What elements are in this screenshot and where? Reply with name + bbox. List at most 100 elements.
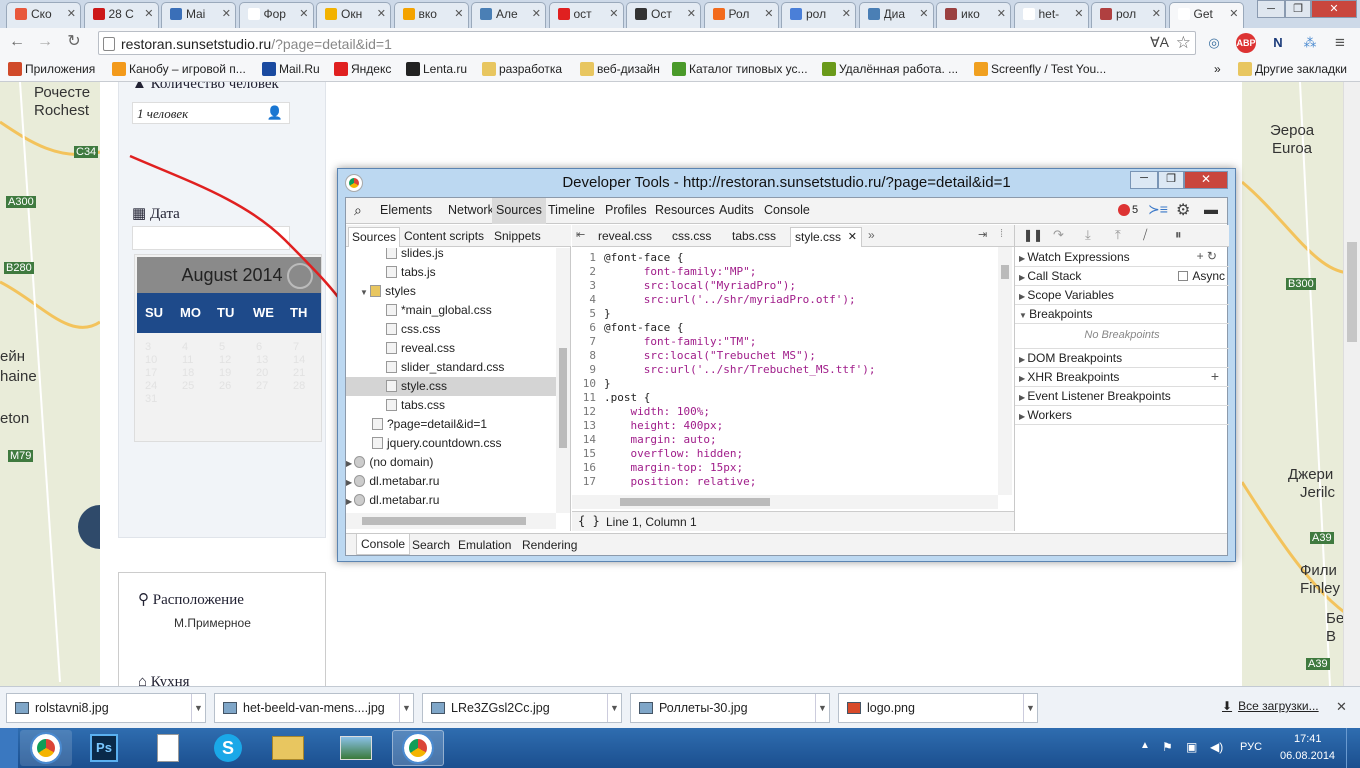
calendar-day[interactable]: 27 [256,380,268,392]
browser-tab[interactable]: Окн ✕ [316,2,391,28]
close-downloads-button[interactable]: ✕ [1336,699,1347,715]
close-tab-icon[interactable]: ✕ [144,7,153,20]
editor-tab[interactable]: css.css [672,229,711,243]
collapsed-arrow-icon[interactable]: ▶ [346,497,354,506]
scroll-thumb[interactable] [620,498,770,506]
taskbar-chrome[interactable] [20,730,72,766]
browser-tab[interactable]: Диа ✕ [858,2,934,28]
debugger-section-header[interactable]: ▶ Scope Variables [1015,286,1229,305]
bookmark-lenta[interactable]: Lenta.ru [406,62,467,76]
tab-network[interactable]: Network [448,203,494,217]
scroll-thumb[interactable] [1001,265,1009,279]
tab-console[interactable]: Console [764,203,810,217]
browser-tab[interactable]: 28 С ✕ [83,2,159,28]
close-tab-icon[interactable]: ✕ [687,7,696,20]
search-icon[interactable]: ⌕ [354,202,362,219]
close-tab-icon[interactable]: ✕ [919,7,928,20]
close-tab-icon[interactable]: ✕ [67,7,76,20]
close-tab-icon[interactable]: ✕ [609,7,618,20]
deactivate-breakpoints-icon[interactable]: ⧸ [1143,227,1147,243]
tray-volume-icon[interactable]: ◀) [1210,740,1223,754]
close-tab-icon[interactable]: ✕ [299,7,308,20]
calendar-day[interactable]: 13 [256,354,268,366]
console-drawer-icon[interactable]: ≻≡ [1148,201,1168,218]
drawer-tab-rendering[interactable]: Rendering [522,538,577,552]
file-tree-item[interactable]: tabs.css [346,396,556,415]
address-bar[interactable]: restoran.sunsetstudio.ru/?page=detail&id… [98,31,1196,55]
chevron-down-icon[interactable]: ▼ [399,694,413,722]
scroll-thumb[interactable] [362,517,526,525]
download-item[interactable]: LRe3ZGsl2Cc.jpg ▼ [422,693,622,723]
close-tab-icon[interactable]: ✕ [848,230,857,243]
close-tab-icon[interactable]: ✕ [222,7,231,20]
show-desktop-button[interactable] [1346,728,1360,768]
editor-tab[interactable]: tabs.css [732,229,776,243]
start-button[interactable] [0,728,18,768]
browser-tab[interactable]: Get ✕ [1168,2,1244,29]
bookmark-remote-work[interactable]: Удалённая работа. ... [822,62,958,76]
bookmark-kanobu[interactable]: Канобу – игровой п... [112,62,246,76]
calendar-day[interactable]: 10 [145,354,157,366]
calendar-day[interactable]: 28 [293,380,305,392]
bookmarks-more-chevron[interactable]: » [1214,62,1221,76]
async-checkbox[interactable]: Async [1178,269,1225,283]
bookmark-yandex[interactable]: Яндекс [334,62,391,76]
close-tab-icon[interactable]: ✕ [1229,7,1238,20]
bookmark-apps[interactable]: Приложения [8,62,95,76]
split-icon[interactable]: ⁞ [1000,228,1003,240]
clock-date[interactable]: 06.08.2014 [1280,750,1335,762]
error-icon[interactable] [1118,204,1130,216]
step-out-icon[interactable]: ⤒ [1115,227,1121,243]
nav-tab-snippets[interactable]: Snippets [494,229,541,243]
collapsed-arrow-icon[interactable]: ▶ [346,459,354,468]
editor-hscrollbar[interactable] [572,495,998,509]
maximize-window-button[interactable]: ❐ [1285,0,1311,18]
more-tabs-icon[interactable]: » [868,228,875,242]
other-bookmarks[interactable]: Другие закладки [1238,62,1347,76]
debugger-section-header[interactable]: ▶ Watch Expressions + ↻ [1015,248,1229,267]
calendar-day[interactable]: 26 [219,380,231,392]
file-tree-item[interactable]: jquery.countdown.css [346,434,556,453]
close-window-button[interactable]: ✕ [1311,0,1357,18]
browser-tab[interactable]: Mai ✕ [161,2,236,28]
taskbar-notepad[interactable] [142,730,194,766]
extension-n-icon[interactable]: N [1268,33,1288,53]
code-editor[interactable]: @font-face { font-family:"MP"; src:local… [604,251,994,491]
forward-arrow-icon[interactable]: → [34,31,56,53]
close-tab-icon[interactable]: ✕ [842,7,851,20]
reload-icon[interactable]: ↻ [63,31,85,53]
file-tree-item[interactable]: slides.js [346,248,556,263]
editor-vscrollbar[interactable] [998,247,1012,495]
browser-tab[interactable]: вко ✕ [393,2,469,28]
debugger-section-header[interactable]: ▶ XHR Breakpoints + [1015,368,1229,387]
taskbar-skype[interactable]: S [202,730,254,766]
chevron-down-icon[interactable]: ▼ [815,694,829,722]
minimize-window-button[interactable]: ─ [1257,0,1285,18]
language-indicator[interactable]: РУС [1240,741,1262,753]
file-tree-item[interactable]: ▼ styles [346,282,556,301]
toggle-navigator-icon[interactable]: ⇤ [576,228,585,241]
calendar-day[interactable]: 12 [219,354,231,366]
collapsed-arrow-icon[interactable]: ▶ [346,478,354,487]
calendar-day[interactable]: 5 [219,341,225,353]
scroll-thumb[interactable] [559,348,567,448]
browser-tab[interactable]: Ост ✕ [626,2,701,28]
file-tree-item[interactable]: ▶ dl.metabar.ru [346,472,556,491]
expanded-arrow-icon[interactable]: ▼ [360,288,370,297]
bookmark-screenfly[interactable]: Screenfly / Test You... [974,62,1106,76]
calendar-day[interactable]: 19 [219,367,231,379]
browser-tab[interactable]: Фор ✕ [238,2,314,28]
calendar-day[interactable]: 7 [293,341,299,353]
nav-tab-content-scripts[interactable]: Content scripts [404,229,484,243]
bookmark-folder-webdesign[interactable]: веб-дизайн [580,62,660,76]
file-tree-item[interactable]: style.css [346,377,556,396]
tab-audits[interactable]: Audits [719,203,754,217]
step-over-icon[interactable]: ↷ [1053,227,1064,243]
devtools-maximize-button[interactable]: ❐ [1158,171,1184,189]
tray-network-icon[interactable]: ▣ [1186,740,1197,754]
calendar-day[interactable]: 31 [145,393,157,405]
close-tab-icon[interactable]: ✕ [764,7,773,20]
bookmark-folder-dev[interactable]: разработка [482,62,562,76]
editor-tab-active[interactable]: style.css ✕ [790,227,863,247]
translate-icon[interactable]: ⱯA [1150,34,1169,51]
